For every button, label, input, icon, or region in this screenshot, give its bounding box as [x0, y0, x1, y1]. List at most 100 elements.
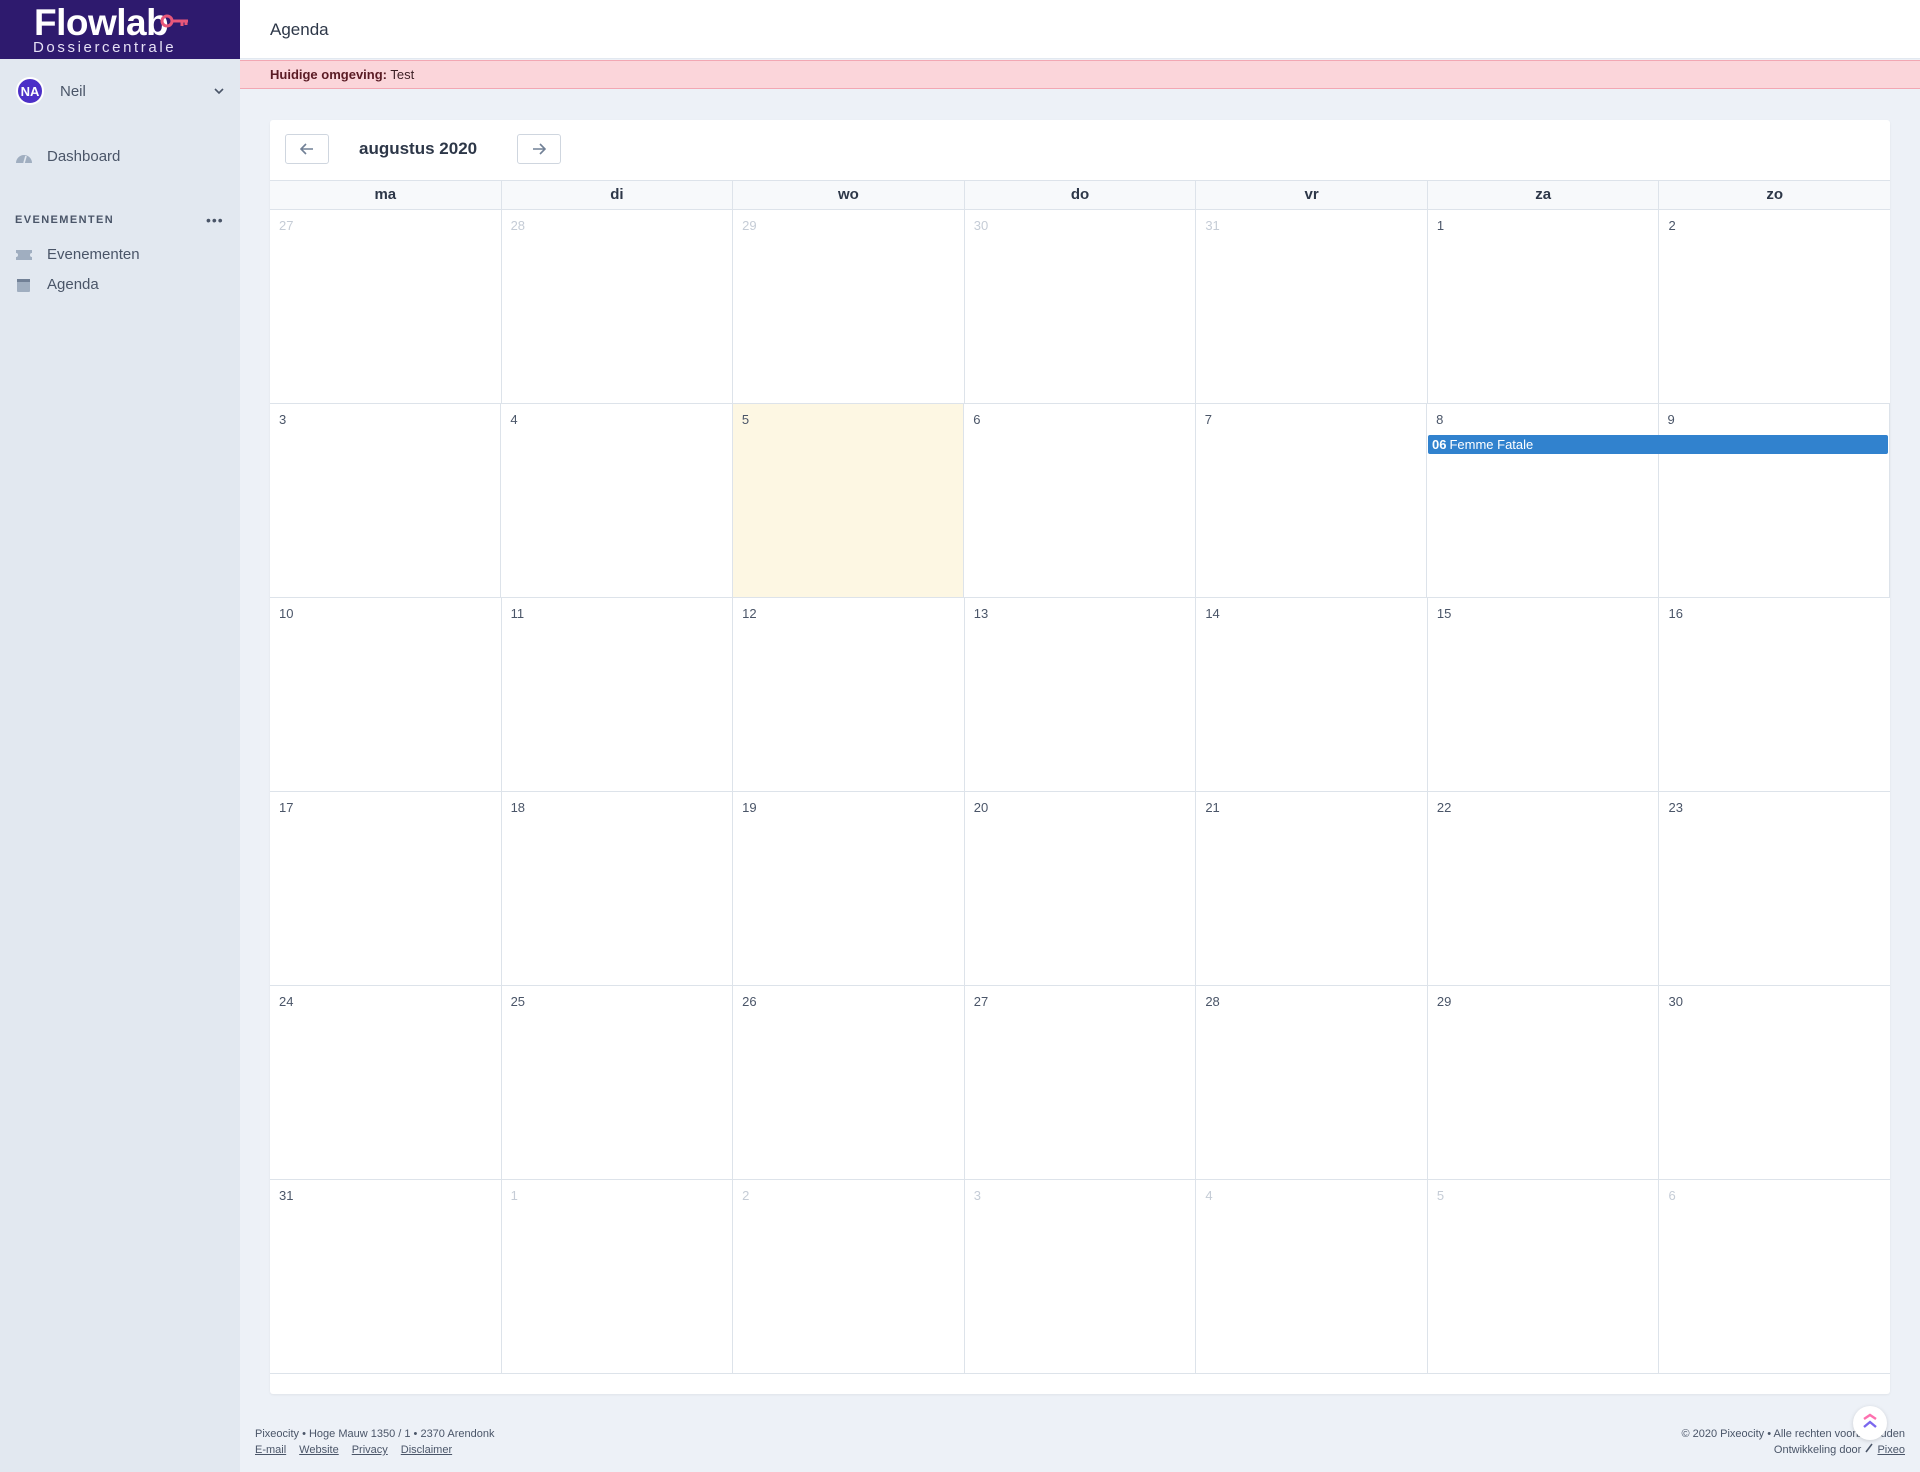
day-cell[interactable]: 17	[270, 792, 502, 985]
day-cell[interactable]: 29	[1428, 986, 1660, 1179]
day-cell[interactable]: 19	[733, 792, 965, 985]
day-cell[interactable]: 13	[965, 598, 1197, 791]
day-cell[interactable]: 23	[1659, 792, 1890, 985]
day-cell[interactable]: 1	[502, 1180, 734, 1373]
day-cell[interactable]: 8	[1427, 404, 1659, 597]
next-month-button[interactable]	[517, 134, 561, 164]
calendar-card: augustus 2020 ma di wo do vr za zo 27 28…	[270, 120, 1890, 1394]
dashboard-icon	[16, 154, 32, 163]
day-cell[interactable]: 4	[1196, 1180, 1428, 1373]
day-number: 11	[510, 606, 525, 621]
day-cell[interactable]: 2	[1659, 210, 1890, 403]
page-title: Agenda	[270, 20, 329, 39]
day-cell[interactable]: 3	[270, 404, 502, 597]
event-time: 06	[1432, 437, 1447, 452]
day-cell[interactable]: 5	[1428, 1180, 1660, 1373]
calendar-week: 10 11 12 13 14 15 16	[270, 598, 1890, 792]
day-number: 31	[1205, 218, 1220, 233]
calendar-week: 27 28 29 30 31 1 2	[270, 210, 1890, 404]
environment-label: Huidige omgeving:	[270, 67, 387, 82]
day-number: 30	[973, 218, 989, 233]
footer-link-disclaimer[interactable]: Disclaimer	[401, 1444, 452, 1456]
day-cell[interactable]: 22	[1428, 792, 1660, 985]
footer-link-privacy[interactable]: Privacy	[352, 1444, 388, 1456]
day-cell[interactable]: 9	[1659, 404, 1890, 597]
day-number: 29	[1436, 994, 1452, 1009]
day-number: 3	[279, 412, 287, 427]
day-cell[interactable]: 15	[1428, 598, 1660, 791]
day-cell[interactable]: 24	[270, 986, 502, 1179]
weekday-label: wo	[733, 181, 965, 209]
day-number: 8	[1436, 412, 1444, 427]
day-cell[interactable]: 21	[1196, 792, 1428, 985]
help-widget-button[interactable]	[1853, 1406, 1887, 1440]
sidebar-item-label: Agenda	[47, 276, 99, 293]
day-cell-today[interactable]: 5	[732, 404, 965, 597]
day-cell[interactable]: 25	[502, 986, 734, 1179]
day-number: 16	[1668, 606, 1683, 621]
brand-subtitle: Dossiercentrale	[33, 39, 177, 56]
day-cell[interactable]: 27	[270, 210, 502, 403]
day-cell[interactable]: 31	[1196, 210, 1428, 403]
day-cell[interactable]: 16	[1659, 598, 1890, 791]
day-cell[interactable]: 30	[1659, 986, 1890, 1179]
calendar-week: 3 4 5 6 7 8 9 06 Femme Fatale	[270, 404, 1890, 598]
day-cell[interactable]: 2	[733, 1180, 965, 1373]
day-number: 10	[279, 606, 294, 621]
footer-link-email[interactable]: E-mail	[255, 1444, 286, 1456]
day-number: 17	[279, 800, 294, 815]
day-cell[interactable]: 6	[964, 404, 1196, 597]
day-number: 28	[510, 218, 526, 233]
day-cell[interactable]: 4	[501, 404, 733, 597]
day-number: 9	[1667, 412, 1675, 427]
weekday-label: ma	[270, 181, 502, 209]
month-title: augustus 2020	[359, 139, 478, 158]
day-number: 28	[1205, 994, 1220, 1009]
weekday-label: do	[965, 181, 1197, 209]
day-cell[interactable]: 7	[1196, 404, 1428, 597]
sidebar-item-agenda[interactable]: Agenda	[15, 276, 99, 293]
day-cell[interactable]: 31	[270, 1180, 502, 1373]
day-cell[interactable]: 27	[965, 986, 1197, 1179]
day-cell[interactable]: 14	[1196, 598, 1428, 791]
brand-logo[interactable]: Flowlab Dossiercentrale	[0, 0, 240, 59]
day-number: 19	[742, 800, 757, 815]
day-cell[interactable]: 11	[502, 598, 734, 791]
prev-month-button[interactable]	[285, 134, 329, 164]
calendar-event[interactable]: 06 Femme Fatale	[1428, 435, 1888, 454]
sidebar-item-evenementen[interactable]: Evenementen	[15, 246, 140, 263]
day-cell[interactable]: 6	[1659, 1180, 1890, 1373]
section-title-evenementen: EVENEMENTEN	[15, 214, 115, 226]
day-number: 13	[973, 606, 989, 621]
ticket-icon	[16, 249, 32, 260]
day-number: 7	[1204, 412, 1212, 427]
day-cell[interactable]: 18	[502, 792, 734, 985]
day-cell[interactable]: 20	[965, 792, 1197, 985]
day-number: 14	[1205, 606, 1220, 621]
day-number: 4	[1205, 1188, 1213, 1203]
day-number: 26	[742, 994, 757, 1009]
calendar-week: 24 25 26 27 28 29 30	[270, 986, 1890, 1180]
day-number: 30	[1668, 994, 1683, 1009]
day-cell[interactable]: 26	[733, 986, 965, 1179]
day-number: 22	[1436, 800, 1452, 815]
day-cell[interactable]: 3	[965, 1180, 1197, 1373]
day-cell[interactable]: 1	[1428, 210, 1660, 403]
day-cell[interactable]: 30	[965, 210, 1197, 403]
footer-link-website[interactable]: Website	[299, 1444, 339, 1456]
day-cell[interactable]: 10	[270, 598, 502, 791]
event-title: Femme Fatale	[1449, 437, 1534, 452]
weekday-label: za	[1428, 181, 1660, 209]
footer-links: E-mail Website Privacy Disclaimer	[255, 1442, 494, 1458]
footer-dev-link[interactable]: Pixeo	[1877, 1444, 1905, 1456]
day-cell[interactable]: 28	[1196, 986, 1428, 1179]
more-icon[interactable]: •••	[206, 212, 224, 228]
day-cell[interactable]: 29	[733, 210, 965, 403]
user-name: Neil	[60, 82, 86, 100]
day-cell[interactable]: 28	[502, 210, 734, 403]
user-menu[interactable]: NA Neil	[16, 77, 226, 105]
sidebar-item-dashboard[interactable]: Dashboard	[15, 148, 120, 165]
environment-value: Test	[390, 67, 415, 82]
footer-left: Pixeocity • Hoge Mauw 1350 / 1 • 2370 Ar…	[255, 1426, 494, 1458]
day-cell[interactable]: 12	[733, 598, 965, 791]
